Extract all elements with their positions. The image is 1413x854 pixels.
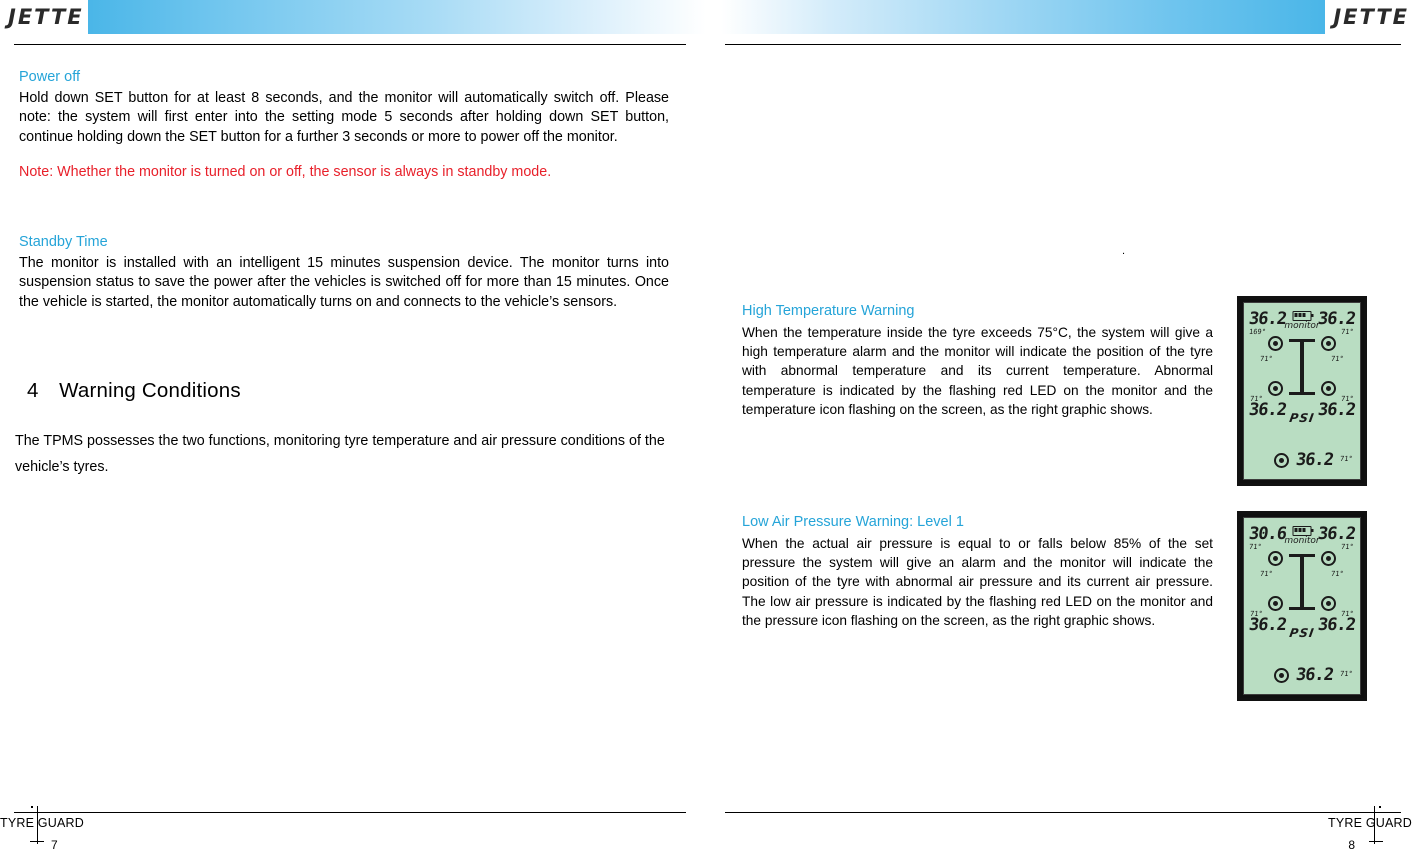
car-body-vertical-2	[1300, 554, 1304, 610]
footer-label-left: TYRE GUARD	[0, 816, 84, 830]
lcd-monitor-low-pressure: monitor 30.6 71° 36.2 71° 71° 71° 36.2 7…	[1237, 511, 1367, 701]
footer-divider-right	[725, 812, 1401, 813]
crop-mark-horizontal-left	[30, 841, 44, 842]
lcd-rear-right-temp-2: 71°	[1340, 610, 1355, 618]
low-pressure-heading: Low Air Pressure Warning: Level 1	[742, 514, 964, 530]
lcd-rear-left-temp: 71°	[1249, 395, 1264, 403]
lcd-front-right-temp-2: 71°	[1340, 543, 1355, 551]
footer-label-right: TYRE GUARD	[1328, 816, 1412, 830]
stray-dot-mark: .	[1122, 245, 1126, 257]
high-temp-body: When the temperature inside the tyre exc…	[742, 325, 1213, 417]
wheel-spare-icon	[1274, 453, 1289, 468]
lcd-rear-left-value: 36.2	[1247, 400, 1288, 420]
lcd-rear-right-value-2: 36.2	[1316, 615, 1357, 635]
lcd-monitor-label: monitor	[1284, 321, 1320, 331]
crop-mark-horizontal-right	[1369, 841, 1383, 842]
crop-mark-vertical-left	[37, 806, 38, 844]
lcd-front-right-value-2: 36.2	[1316, 524, 1357, 544]
wheel-front-left-icon-2	[1268, 551, 1283, 566]
lcd-monitor-label-2: monitor	[1284, 536, 1320, 546]
battery-icon	[1292, 311, 1314, 321]
power-off-heading: Power off	[19, 69, 80, 85]
lcd-rear-left-temp-2: 71°	[1249, 610, 1264, 618]
header-divider-right	[725, 44, 1401, 45]
wheel-front-left-icon	[1268, 336, 1283, 351]
lcd-spare-value: 36.2	[1294, 450, 1335, 470]
crop-mark-vertical-right	[1374, 806, 1375, 844]
lcd-rear-right-temp: 71°	[1340, 395, 1355, 403]
crop-dot-right	[1379, 806, 1381, 808]
lcd-spare-value-2: 36.2	[1294, 665, 1335, 685]
high-temp-heading: High Temperature Warning	[742, 303, 915, 319]
car-body-front-axle	[1289, 339, 1315, 342]
header-divider	[14, 44, 686, 45]
section-4-body: The TPMS possesses the two functions, mo…	[15, 428, 683, 480]
wheel-rear-left-icon	[1268, 381, 1283, 396]
brand-logo-right: JETTE	[1333, 5, 1409, 29]
car-body-front-axle-2	[1289, 554, 1315, 557]
standby-time-section: Standby Time The monitor is installed wi…	[19, 233, 669, 312]
page-left: JETTE Power off Hold down SET button for…	[0, 0, 706, 854]
lcd-screen-low-pressure: monitor 30.6 71° 36.2 71° 71° 71° 36.2 7…	[1243, 517, 1361, 695]
lcd-front-left-temp-2: 71°	[1248, 543, 1263, 551]
car-body-rear-axle	[1289, 392, 1315, 395]
low-pressure-body: When the actual air pressure is equal to…	[742, 536, 1213, 628]
power-off-body: Hold down SET button for at least 8 seco…	[19, 90, 669, 145]
section-4-title: 4 Warning Conditions	[27, 379, 677, 403]
high-temp-section: High Temperature Warning When the temper…	[742, 302, 1213, 419]
lcd-front-left-value-2: 30.6	[1247, 524, 1288, 544]
page-number-left: 7	[51, 838, 58, 852]
wheel-front-right-icon	[1321, 336, 1336, 351]
lcd-unit-label: PSI	[1288, 411, 1316, 425]
lcd-monitor-high-temp: monitor 36.2 169° 36.2 71° 71° 71° 36.2 …	[1237, 296, 1367, 486]
lcd-front-right-temp: 71°	[1340, 328, 1355, 336]
power-off-note: Note: Whether the monitor is turned on o…	[19, 164, 552, 181]
wheel-rear-right-icon-2	[1321, 596, 1336, 611]
page-right: JETTE . High Temperature Warning When th…	[707, 0, 1413, 854]
wheel-spare-icon-2	[1274, 668, 1289, 683]
lcd-mid-right-temp-2: 71°	[1330, 570, 1345, 578]
header-gradient-band	[88, 0, 706, 34]
lcd-mid-right-temp: 71°	[1330, 355, 1345, 363]
lcd-front-left-temp: 169°	[1248, 328, 1267, 336]
section-4-paragraph: The TPMS possesses the two functions, mo…	[15, 433, 665, 475]
lcd-spare-temp-2: 71°	[1339, 670, 1354, 678]
lcd-mid-left-temp-2: 71°	[1259, 570, 1274, 578]
lcd-spare-temp: 71°	[1339, 455, 1354, 463]
wheel-front-right-icon-2	[1321, 551, 1336, 566]
lcd-rear-right-value: 36.2	[1316, 400, 1357, 420]
page-header-right: JETTE	[707, 0, 1413, 34]
car-body-vertical	[1300, 339, 1304, 395]
standby-time-heading: Standby Time	[19, 234, 108, 250]
standby-time-body: The monitor is installed with an intelli…	[19, 255, 669, 310]
power-off-section: Power off Hold down SET button for at le…	[19, 68, 669, 183]
low-pressure-section: Low Air Pressure Warning: Level 1 When t…	[742, 513, 1213, 630]
brand-logo: JETTE	[8, 5, 84, 29]
lcd-rear-left-value-2: 36.2	[1247, 615, 1288, 635]
section-number: 4	[27, 379, 39, 402]
lcd-screen-high-temp: monitor 36.2 169° 36.2 71° 71° 71° 36.2 …	[1243, 302, 1361, 480]
lcd-mid-left-temp: 71°	[1259, 355, 1274, 363]
section-title-text: Warning Conditions	[59, 379, 241, 402]
wheel-rear-left-icon-2	[1268, 596, 1283, 611]
crop-dot-left	[31, 806, 33, 808]
lcd-front-right-value: 36.2	[1316, 309, 1357, 329]
car-body-rear-axle-2	[1289, 607, 1315, 610]
lcd-front-left-value: 36.2	[1247, 309, 1288, 329]
header-gradient-band-right	[721, 0, 1325, 34]
footer-divider-left	[14, 812, 686, 813]
page-header-left: JETTE	[0, 0, 706, 34]
page-number-right: 8	[1348, 838, 1355, 852]
wheel-rear-right-icon	[1321, 381, 1336, 396]
lcd-unit-label-2: PSI	[1288, 626, 1316, 640]
battery-icon-2	[1292, 526, 1314, 536]
